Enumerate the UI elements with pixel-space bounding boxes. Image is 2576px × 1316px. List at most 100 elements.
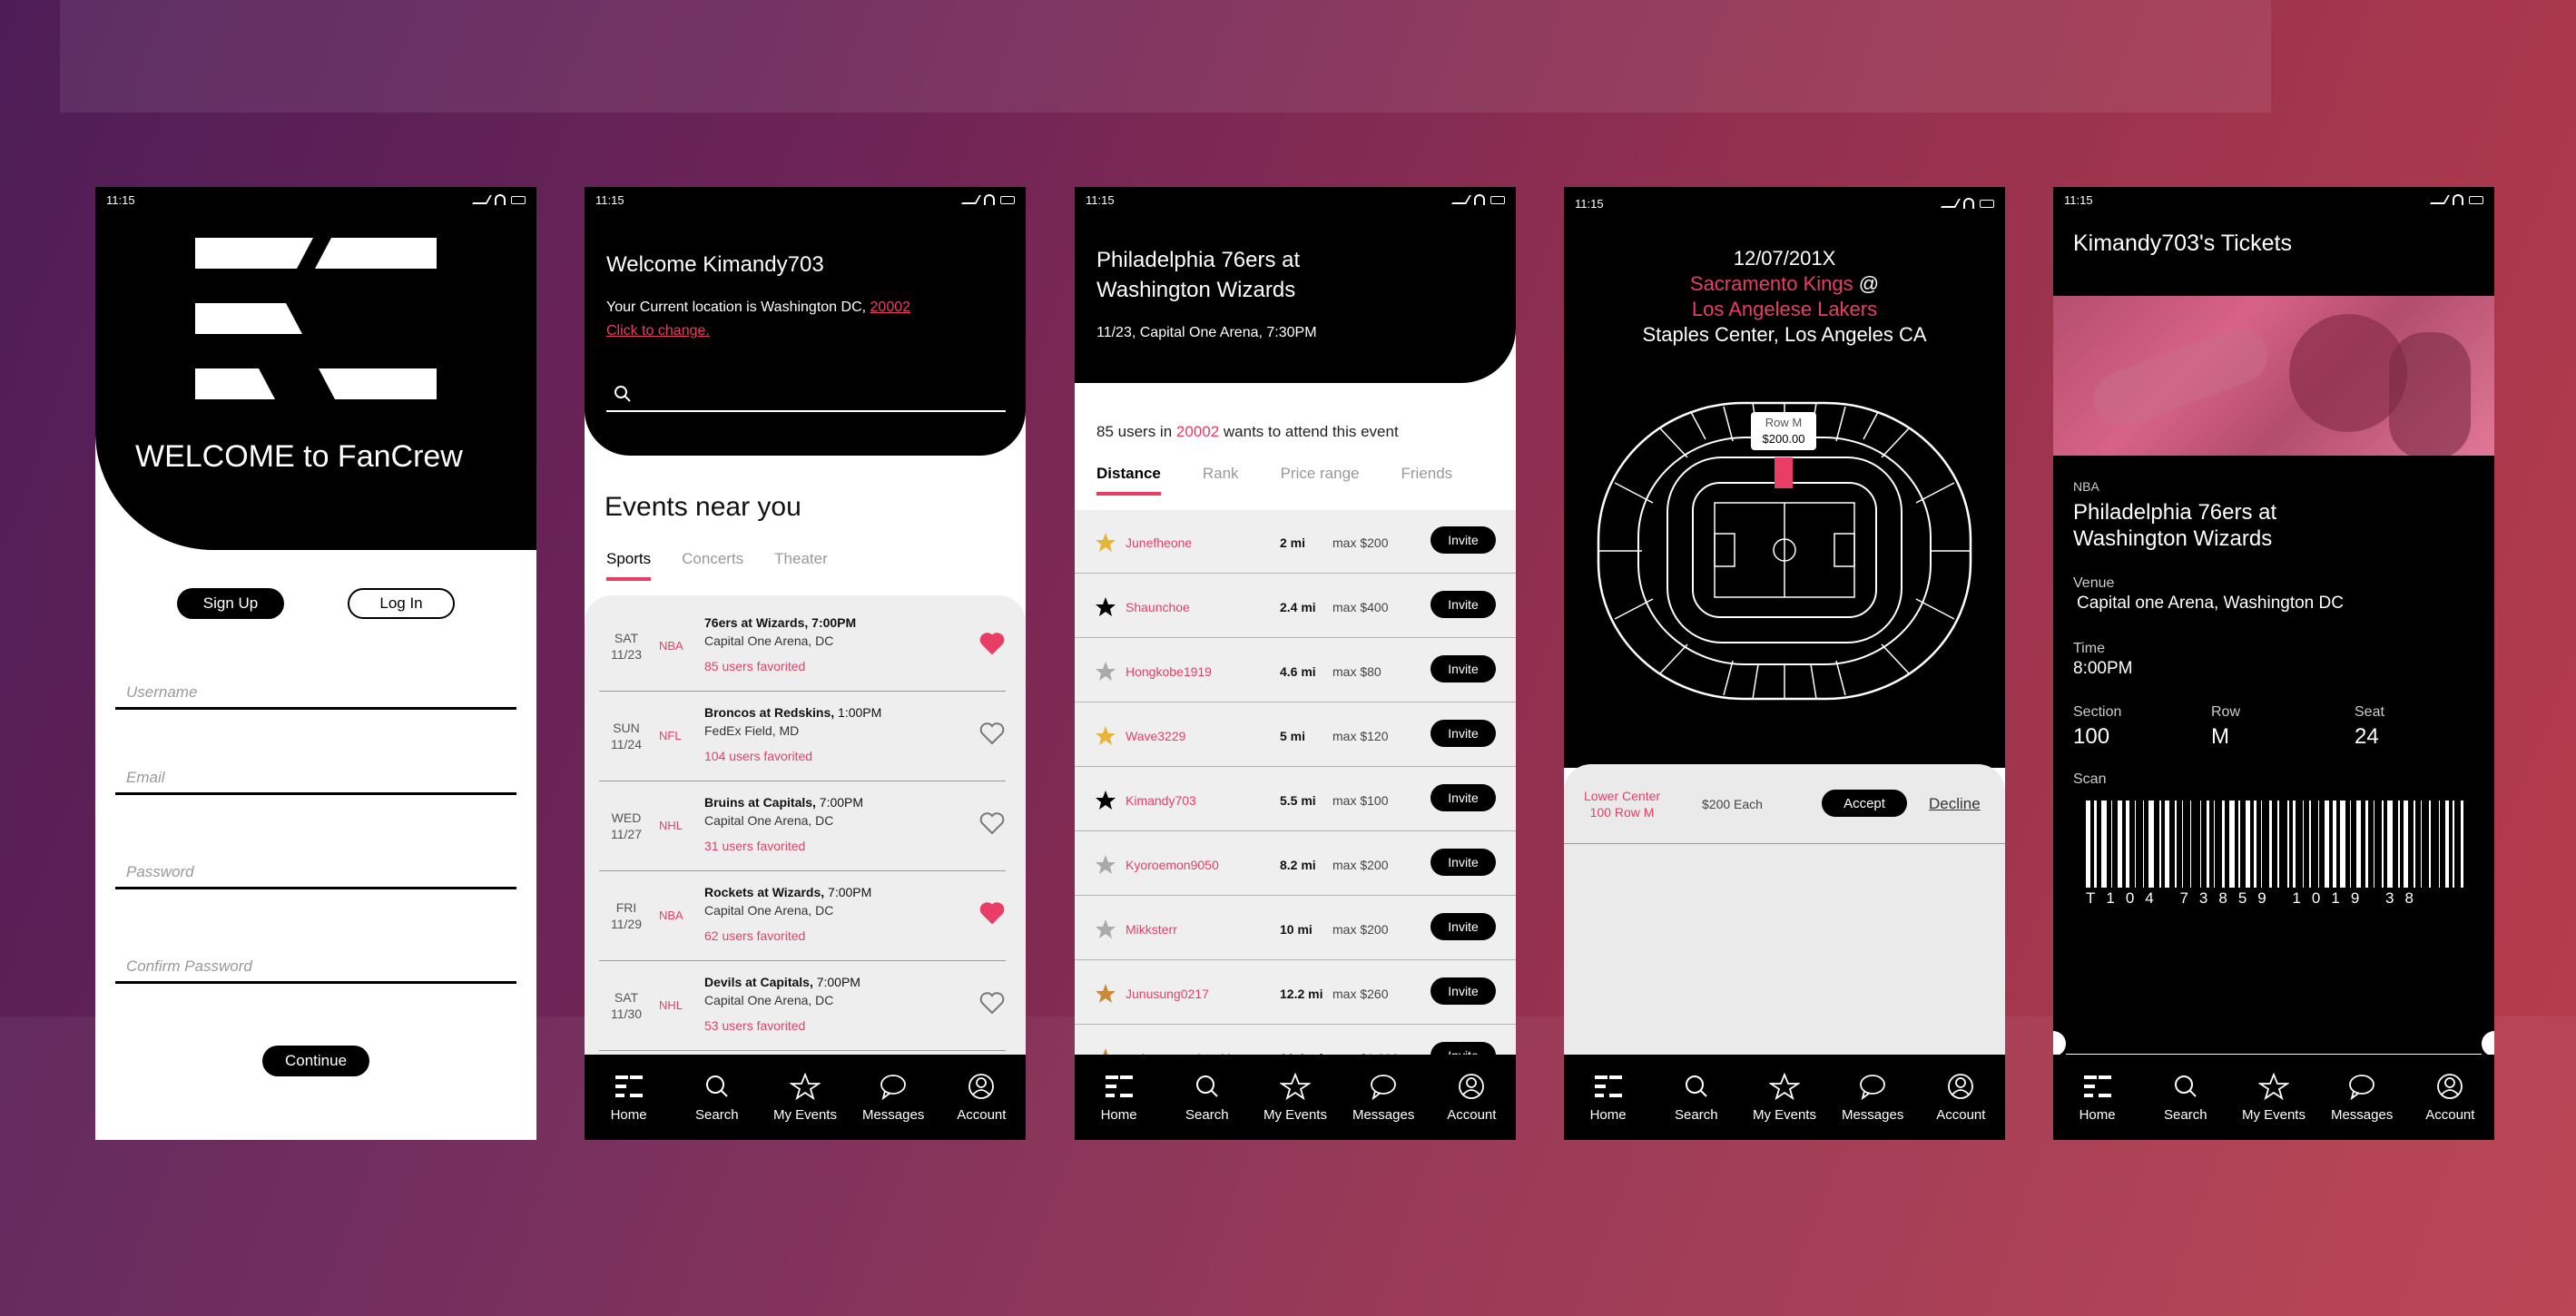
location-text: Your Current location is Washington DC, … bbox=[606, 296, 910, 343]
barcode-bar bbox=[2445, 800, 2449, 888]
tab-distance[interactable]: Distance bbox=[1096, 465, 1161, 496]
decline-link[interactable]: Decline bbox=[1929, 795, 1981, 813]
nav-account[interactable]: Account bbox=[1920, 1073, 2001, 1123]
user-distance: 4.6 mi bbox=[1280, 664, 1316, 679]
user-distance: 2.4 mi bbox=[1280, 600, 1316, 614]
invite-button[interactable]: Invite bbox=[1431, 849, 1496, 876]
tab-price-range[interactable]: Price range bbox=[1281, 465, 1360, 496]
events-header: 11:15 Welcome Kimandy703 Your Current lo… bbox=[585, 187, 1026, 456]
heart-icon[interactable] bbox=[978, 989, 1006, 1016]
event-day: SAT bbox=[614, 990, 639, 1005]
nav-my-events[interactable]: My Events bbox=[2233, 1072, 2315, 1123]
tab-sports[interactable]: Sports bbox=[606, 550, 652, 581]
barcode-bar bbox=[2317, 800, 2320, 888]
heart-icon[interactable] bbox=[978, 899, 1006, 927]
tab-concerts[interactable]: Concerts bbox=[682, 550, 743, 581]
barcode bbox=[2086, 800, 2464, 888]
event-row[interactable]: SUN 11/24 NFL Broncos at Redskins, 1:00PM Fe… bbox=[599, 692, 1006, 781]
sign-up-button[interactable]: Sign Up bbox=[177, 588, 284, 619]
user-name[interactable]: Kyoroemon9050 bbox=[1126, 858, 1219, 872]
screen-event-users: 11:15 Philadelphia 76ers at Washington W… bbox=[1075, 187, 1516, 1140]
nav-search[interactable]: Search bbox=[1656, 1073, 1737, 1123]
nav-home[interactable]: Home bbox=[1568, 1073, 1649, 1123]
nav-messages[interactable]: Messages bbox=[1342, 1073, 1424, 1123]
nav-account[interactable]: Account bbox=[2409, 1073, 2491, 1123]
event-date: SAT 11/23 bbox=[608, 630, 644, 663]
event-day: SAT bbox=[614, 631, 639, 645]
invite-button[interactable]: Invite bbox=[1431, 526, 1496, 554]
event-date: FRI 11/29 bbox=[608, 899, 644, 932]
time-value: 8:00PM bbox=[2073, 659, 2133, 678]
battery-icon bbox=[1490, 195, 1505, 204]
change-location-link[interactable]: Click to change. bbox=[606, 323, 710, 339]
event-row[interactable]: SAT 11/30 NHL Devils at Capitals, 7:00PM Cap… bbox=[599, 962, 1006, 1051]
nav-search[interactable]: Search bbox=[2145, 1073, 2227, 1123]
continue-button[interactable]: Continue bbox=[262, 1046, 369, 1076]
nav-label: Account bbox=[1447, 1106, 1497, 1123]
selected-seat-section bbox=[1775, 457, 1793, 488]
tab-friends[interactable]: Friends bbox=[1401, 465, 1453, 496]
nav-account[interactable]: Account bbox=[940, 1073, 1022, 1123]
event-favorites: 62 users favorited bbox=[704, 928, 806, 943]
event-date-value: 11/29 bbox=[611, 917, 642, 931]
user-name[interactable]: Mikksterr bbox=[1126, 922, 1177, 937]
zip-link[interactable]: 20002 bbox=[870, 300, 911, 315]
event-title-time: 1:00PM bbox=[834, 705, 882, 720]
nav-my-events[interactable]: My Events bbox=[764, 1072, 846, 1123]
nav-home[interactable]: Home bbox=[2057, 1073, 2138, 1123]
nav-messages[interactable]: Messages bbox=[1832, 1073, 1913, 1123]
event-row[interactable]: SAT 11/23 NBA 76ers at Wizards, 7:00PM Capit… bbox=[599, 603, 1006, 692]
confirm-password-field[interactable]: Confirm Password bbox=[115, 948, 516, 984]
barcode-bar bbox=[2175, 800, 2177, 888]
user-name[interactable]: Hongkobe1919 bbox=[1126, 664, 1212, 679]
tab-rank[interactable]: Rank bbox=[1203, 465, 1239, 496]
nav-my-events[interactable]: My Events bbox=[1744, 1072, 1825, 1123]
event-row[interactable]: FRI 11/29 NBA Rockets at Wizards, 7:00PM Cap… bbox=[599, 872, 1006, 961]
invite-button[interactable]: Invite bbox=[1431, 655, 1496, 683]
nav-messages[interactable]: Messages bbox=[2321, 1073, 2403, 1123]
user-name[interactable]: Junefheone bbox=[1126, 535, 1192, 550]
nav-home[interactable]: Home bbox=[1078, 1073, 1160, 1123]
welcome-text: Welcome Kimandy703 bbox=[606, 252, 824, 277]
event-title-bold: Bruins at Capitals, bbox=[704, 795, 816, 810]
user-name[interactable]: Shaunchoe bbox=[1126, 600, 1190, 614]
heart-icon[interactable] bbox=[978, 810, 1006, 837]
nav-search[interactable]: Search bbox=[1166, 1073, 1248, 1123]
heart-icon[interactable] bbox=[978, 720, 1006, 747]
log-in-button[interactable]: Log In bbox=[348, 588, 455, 619]
status-bar: 11:15 bbox=[2053, 187, 2494, 212]
user-name[interactable]: Wave3229 bbox=[1126, 729, 1185, 743]
event-title-time: 7:00PM bbox=[812, 975, 860, 989]
screen-seat-offer: 11:15 12/07/201X Sacramento Kings @ Los … bbox=[1564, 187, 2005, 1140]
invite-button[interactable]: Invite bbox=[1431, 720, 1496, 747]
event-banner-image bbox=[2053, 296, 2494, 456]
password-field[interactable]: Password bbox=[115, 853, 516, 889]
event-title: 76ers at Wizards, 7:00PM bbox=[704, 615, 856, 630]
user-name[interactable]: Kimandy703 bbox=[1126, 793, 1196, 808]
nav-search[interactable]: Search bbox=[676, 1073, 758, 1123]
heart-icon[interactable] bbox=[978, 630, 1006, 657]
event-favorites: 104 users favorited bbox=[704, 749, 813, 763]
nav-home[interactable]: Home bbox=[588, 1073, 670, 1123]
search-input[interactable] bbox=[606, 376, 1006, 412]
user-row: Kimandy703 5.5 mi max $100 Invite bbox=[1075, 768, 1516, 831]
barcode-bar bbox=[2287, 800, 2289, 888]
event-row[interactable]: WED 11/27 NHL Bruins at Capitals, 7:00PM Cap… bbox=[599, 782, 1006, 871]
username-field[interactable]: Username bbox=[115, 673, 516, 710]
invite-button[interactable]: Invite bbox=[1431, 784, 1496, 811]
invite-button[interactable]: Invite bbox=[1431, 591, 1496, 618]
nav-label: Messages bbox=[2330, 1106, 2394, 1123]
nav-account[interactable]: Account bbox=[1431, 1073, 1512, 1123]
accept-button[interactable]: Accept bbox=[1822, 790, 1907, 817]
user-distance: 5.5 mi bbox=[1280, 793, 1316, 808]
tab-theater[interactable]: Theater bbox=[774, 550, 828, 581]
invite-button[interactable]: Invite bbox=[1431, 913, 1496, 940]
status-time: 11:15 bbox=[2064, 192, 2093, 207]
nav-messages[interactable]: Messages bbox=[852, 1073, 934, 1123]
event-title: Broncos at Redskins, 1:00PM bbox=[704, 705, 881, 720]
nav-my-events[interactable]: My Events bbox=[1254, 1072, 1336, 1123]
invite-button[interactable]: Invite bbox=[1431, 977, 1496, 1005]
user-name[interactable]: Junusung0217 bbox=[1126, 987, 1209, 1001]
email-field[interactable]: Email bbox=[115, 759, 516, 795]
rank-star-icon bbox=[1096, 533, 1116, 552]
